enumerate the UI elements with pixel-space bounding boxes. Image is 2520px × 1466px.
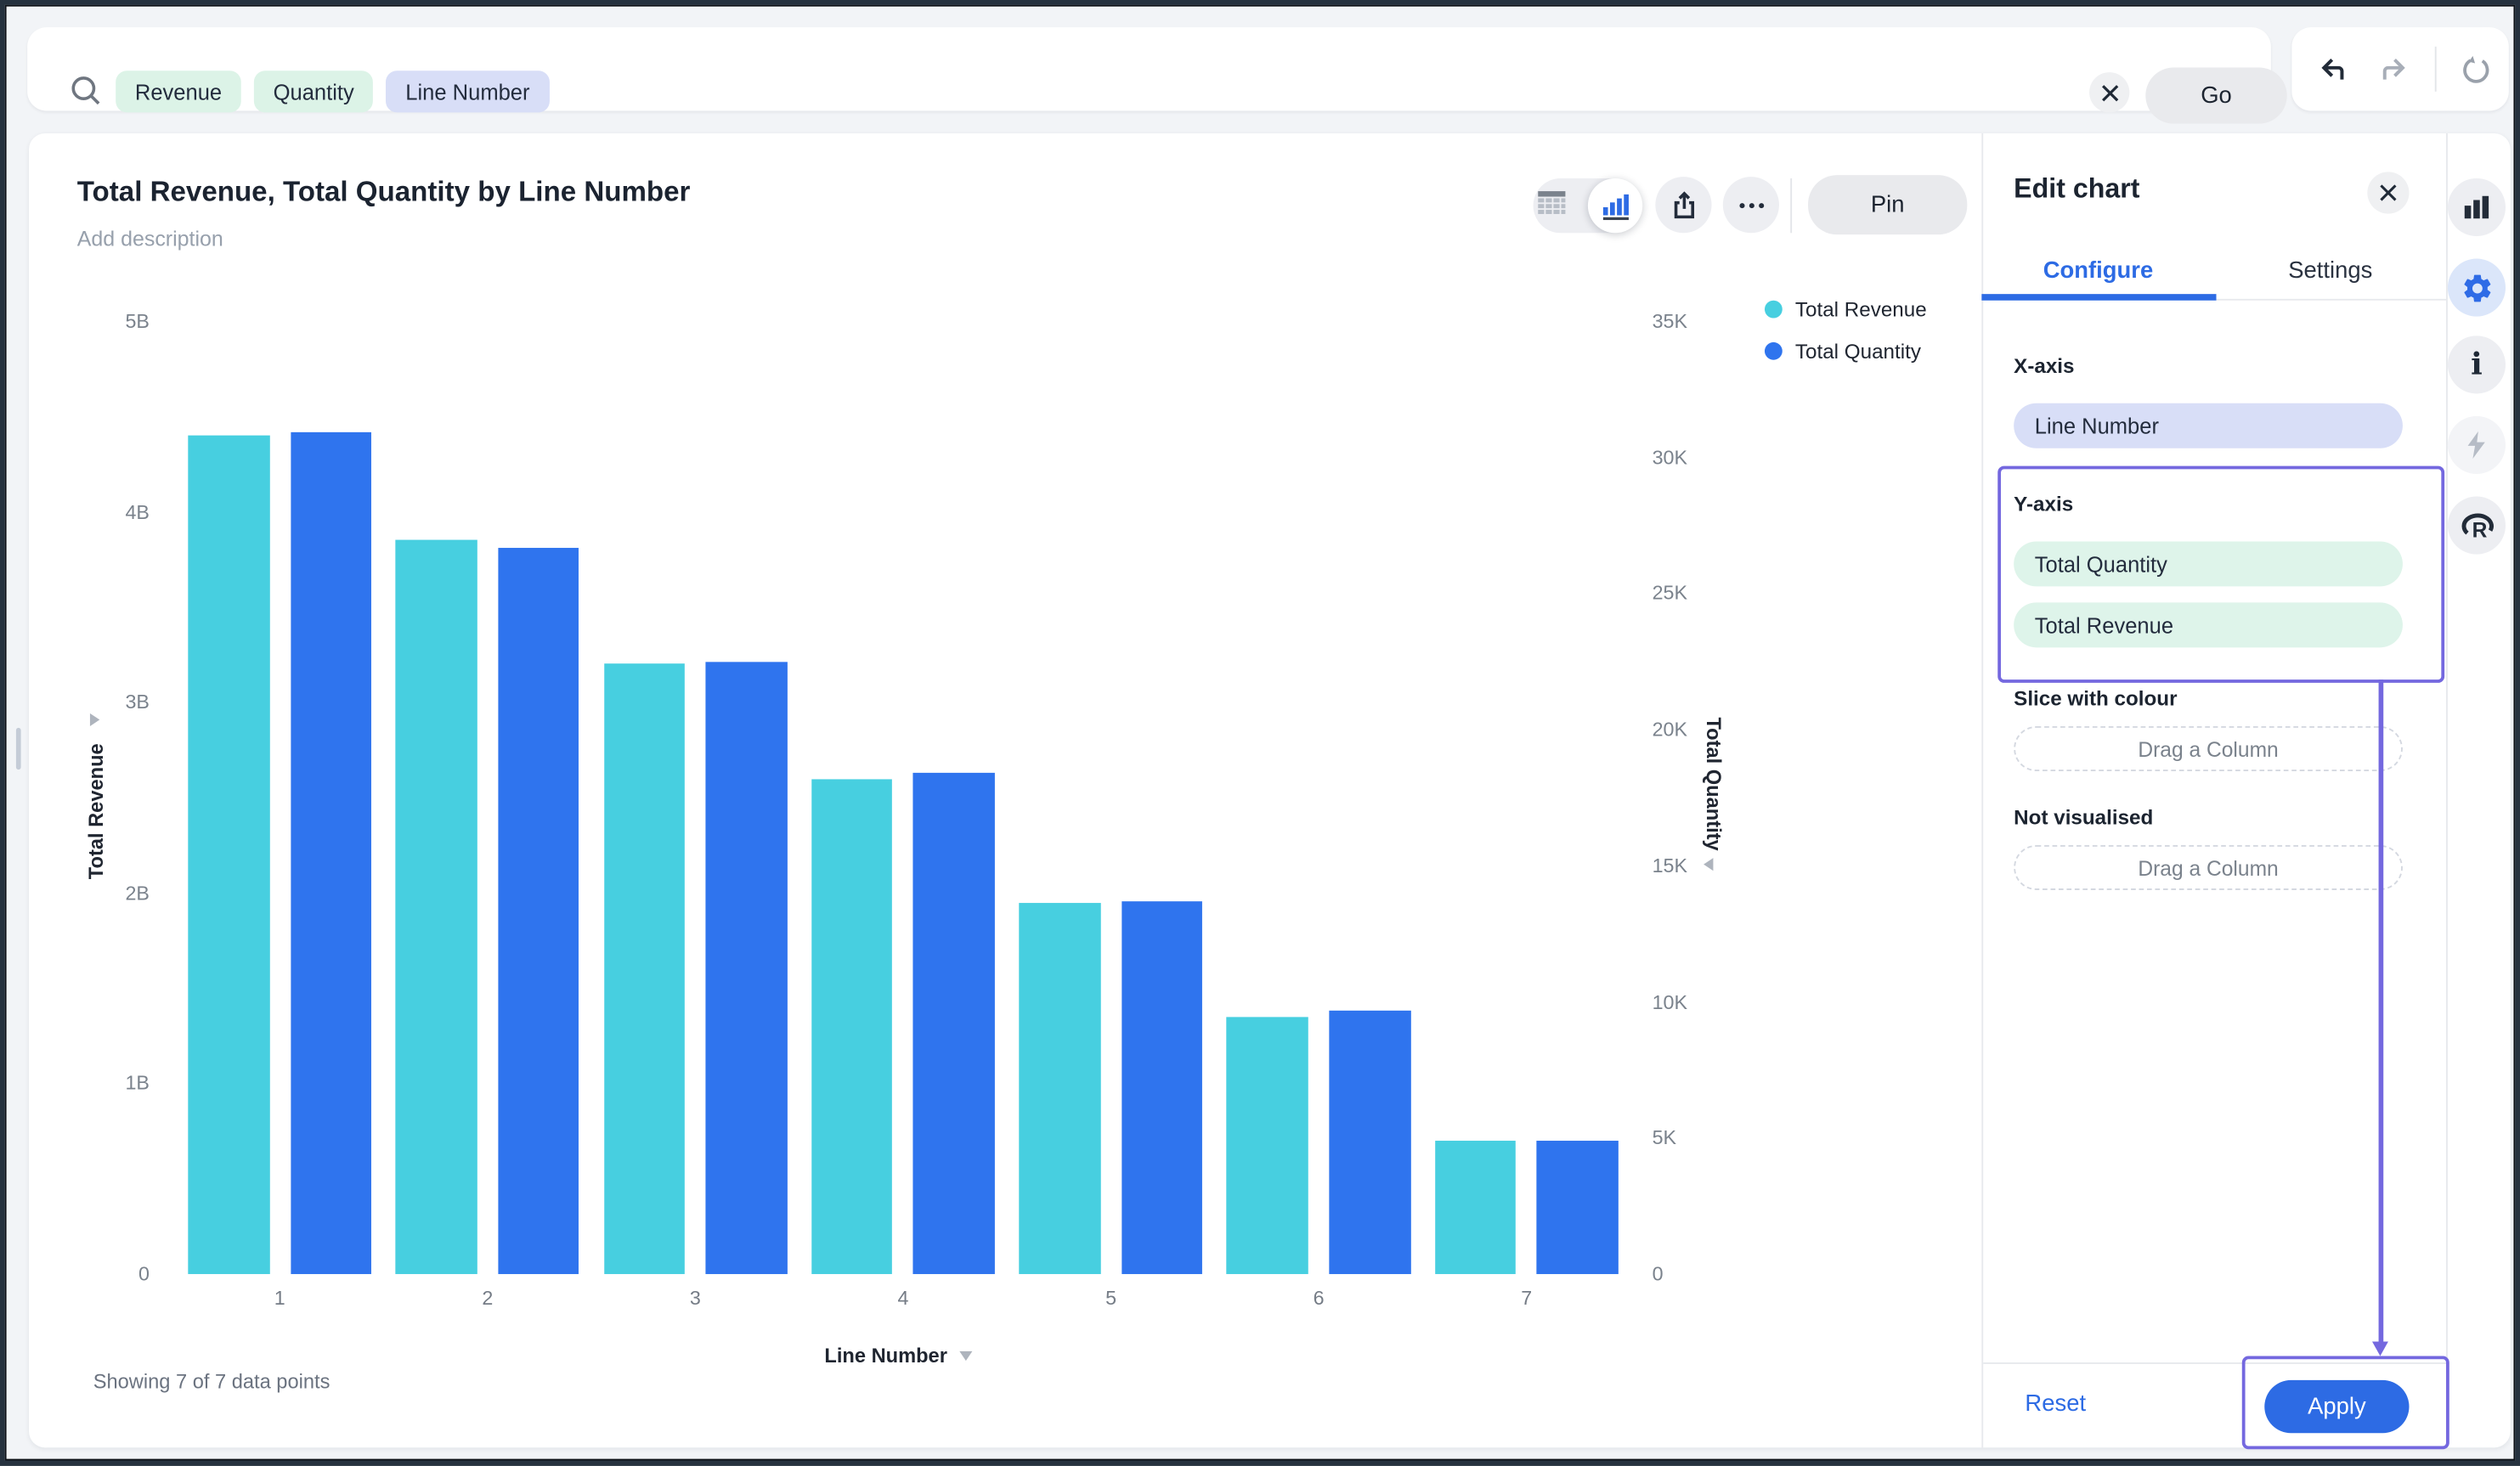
svg-text:R: R bbox=[2472, 520, 2488, 542]
history-toolbar bbox=[2291, 27, 2509, 111]
rail-left-border bbox=[2446, 133, 2448, 1448]
x-axis-section-label: X-axis bbox=[2014, 353, 2075, 378]
left-axis-tick: 1B bbox=[125, 1072, 150, 1095]
refresh-icon[interactable] bbox=[2461, 54, 2491, 93]
bar-total-quantity bbox=[1329, 1010, 1411, 1275]
right-axis-tick: 10K bbox=[1652, 990, 1687, 1013]
app-window: Revenue Quantity Line Number Go Total Re… bbox=[0, 0, 2520, 1466]
bar-total-revenue bbox=[1019, 902, 1101, 1275]
left-axis-tick: 3B bbox=[125, 691, 150, 714]
right-axis-title[interactable]: Total Quantity bbox=[1702, 717, 1724, 850]
bar-total-revenue bbox=[395, 540, 477, 1275]
right-axis-tick: 5K bbox=[1652, 1126, 1677, 1150]
y-axis-field-chip[interactable]: Total Quantity bbox=[2014, 541, 2403, 587]
bar-total-quantity bbox=[1536, 1140, 1619, 1275]
apply-button[interactable]: Apply bbox=[2264, 1379, 2410, 1434]
bar-total-revenue bbox=[603, 664, 686, 1275]
right-axis-tick: 20K bbox=[1652, 718, 1687, 741]
right-axis-tick: 30K bbox=[1652, 446, 1687, 469]
x-axis-tick: 2 bbox=[482, 1287, 494, 1310]
x-axis-tick: 7 bbox=[1521, 1287, 1533, 1310]
bar-chart-icon[interactable] bbox=[2447, 178, 2506, 237]
x-axis-tick: 1 bbox=[274, 1287, 285, 1310]
panel-title: Edit chart bbox=[2014, 173, 2140, 205]
right-axis-tick: 35K bbox=[1652, 310, 1687, 333]
bar-total-quantity bbox=[913, 773, 996, 1275]
toolbar-divider bbox=[2434, 46, 2437, 92]
left-axis-title[interactable]: Total Revenue bbox=[85, 743, 107, 879]
x-axis-sort-icon bbox=[959, 1350, 973, 1362]
bar-total-revenue bbox=[1434, 1140, 1517, 1275]
y-axis-chip-list: Total Quantity Total Revenue bbox=[2014, 541, 2403, 663]
bar-total-quantity bbox=[498, 547, 579, 1275]
y-axis-field-chip[interactable]: Total Revenue bbox=[2014, 602, 2403, 648]
info-icon[interactable]: i bbox=[2447, 335, 2506, 394]
bar-total-quantity bbox=[705, 661, 788, 1275]
lightning-icon[interactable] bbox=[2447, 415, 2506, 475]
right-axis-sort-icon bbox=[1704, 858, 1714, 871]
tab-settings[interactable]: Settings bbox=[2215, 259, 2446, 285]
bar-total-quantity bbox=[290, 432, 372, 1275]
undo-icon[interactable] bbox=[2319, 58, 2347, 90]
r-logo-icon[interactable]: R bbox=[2447, 496, 2506, 555]
left-axis-tick: 5B bbox=[125, 310, 150, 333]
redo-icon[interactable] bbox=[2380, 58, 2407, 90]
settings-gear-icon[interactable] bbox=[2447, 258, 2506, 317]
x-axis-title[interactable]: Line Number bbox=[824, 1345, 947, 1367]
x-axis-tick: 4 bbox=[897, 1287, 909, 1310]
bar-chart-plot: 0 1B 2B 3B 4B 5B 0 5K 10K 15K 20K 25K 30K 35K 1 2 3 4 5 6 7 bbox=[5, 5, 1982, 1448]
left-axis-tick: 2B bbox=[125, 882, 150, 905]
panel-close-icon[interactable] bbox=[2367, 172, 2410, 214]
y-axis-section-label: Y-axis bbox=[2014, 491, 2074, 516]
right-axis-tick: 25K bbox=[1652, 582, 1687, 606]
clear-query-button[interactable] bbox=[2089, 72, 2130, 113]
bar-total-revenue bbox=[188, 435, 269, 1275]
right-axis-tick: 0 bbox=[1652, 1262, 1664, 1286]
slice-dropzone[interactable]: Drag a Column bbox=[2014, 726, 2403, 771]
not-visualised-section-label: Not visualised bbox=[2014, 804, 2154, 830]
left-axis-sort-icon bbox=[89, 713, 100, 727]
right-axis-tick: 15K bbox=[1652, 854, 1687, 877]
x-axis-chip-list: Line Number bbox=[2014, 403, 2403, 465]
go-button[interactable]: Go bbox=[2145, 67, 2287, 124]
datapoint-count-note: Showing 7 of 7 data points bbox=[93, 1370, 331, 1394]
active-tab-underline bbox=[1981, 294, 2217, 301]
reset-button[interactable]: Reset bbox=[2025, 1391, 2086, 1417]
bar-total-quantity bbox=[1121, 900, 1203, 1275]
x-axis-tick: 5 bbox=[1105, 1287, 1117, 1310]
bar-total-revenue bbox=[1227, 1017, 1308, 1275]
not-visualised-dropzone[interactable]: Drag a Column bbox=[2014, 844, 2403, 890]
x-axis-tick: 6 bbox=[1313, 1287, 1325, 1310]
x-axis-tick: 3 bbox=[689, 1287, 701, 1310]
bar-total-revenue bbox=[811, 778, 893, 1275]
left-axis-tick: 4B bbox=[125, 500, 150, 523]
left-axis-tick: 0 bbox=[138, 1262, 150, 1286]
slice-section-label: Slice with colour bbox=[2014, 685, 2178, 711]
panel-left-border bbox=[1981, 133, 1984, 1448]
panel-footer-border bbox=[1983, 1362, 2447, 1364]
x-axis-field-chip[interactable]: Line Number bbox=[2014, 403, 2403, 448]
tab-configure[interactable]: Configure bbox=[1981, 259, 2214, 285]
